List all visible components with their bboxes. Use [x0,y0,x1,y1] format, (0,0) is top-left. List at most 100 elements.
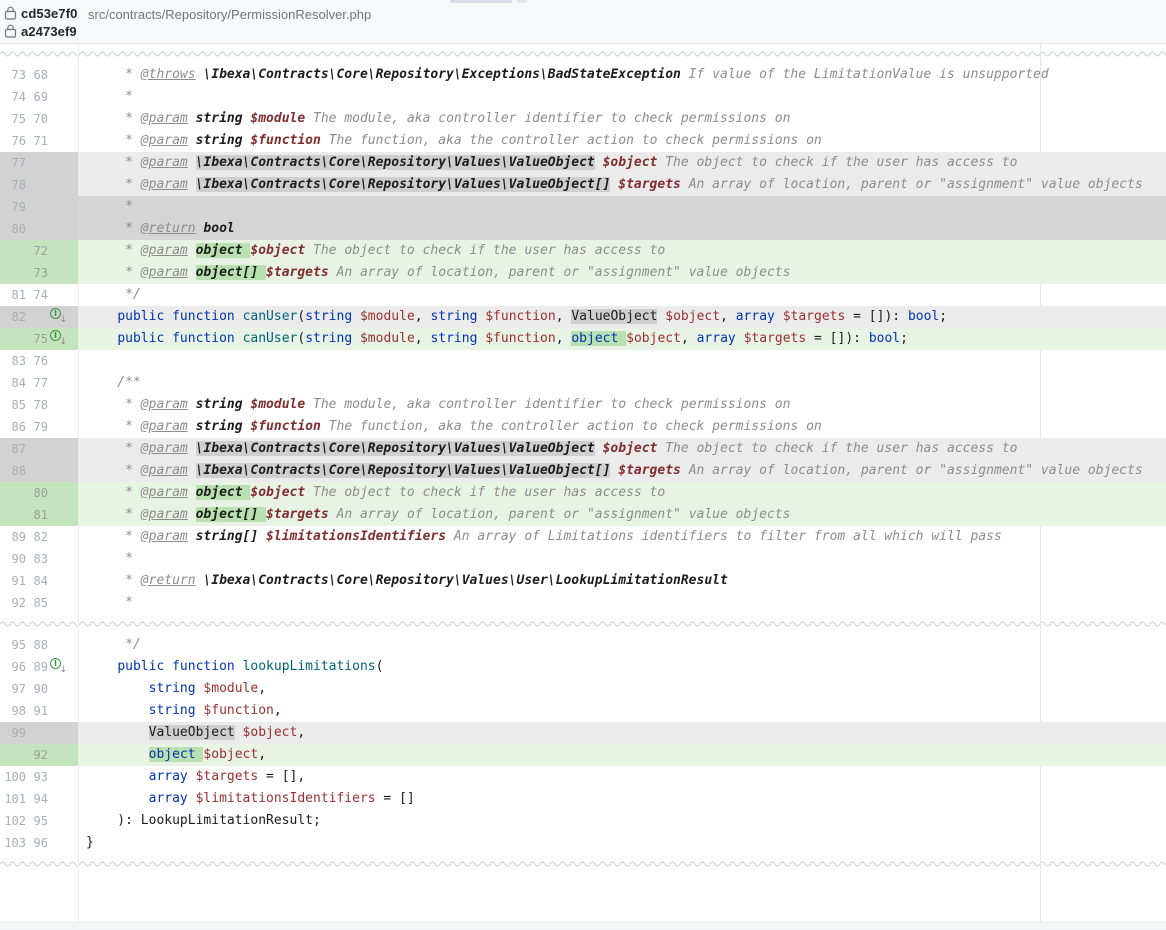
line-number-old: 91 [2,570,26,592]
code-line[interactable]: * @param object $object The object to ch… [78,482,1166,504]
line-number-old: 83 [2,350,26,372]
line-number-new: 80 [30,482,48,504]
gutter-cell: 75I↓ [0,328,78,350]
gutter-cell: 7570 [0,108,78,130]
code-line[interactable]: */ [78,284,1166,306]
code-line[interactable]: * [78,86,1166,108]
gutter-cell: 80 [0,482,78,504]
line-number-new: 74 [30,284,48,306]
diff-code-row: 8679 * @param string $function The funct… [0,416,1166,438]
code-line[interactable]: public function lookupLimitations( [78,656,1166,678]
gutter-cell: 79 [0,196,78,218]
implemented-method-icon[interactable]: I↓ [50,307,65,322]
code-line[interactable]: */ [78,634,1166,656]
implemented-method-icon[interactable]: I↓ [50,657,65,672]
gutter-cell: 8376 [0,350,78,372]
line-number-new: 92 [30,744,48,766]
gutter-cell: 82I↓ [0,306,78,328]
empty-area [0,874,1166,922]
code-line[interactable]: * @return bool [78,218,1166,240]
gutter-cell: 7368 [0,64,78,86]
lock-icon [4,24,17,38]
code-line[interactable]: ValueObject $object, [78,722,1166,744]
line-number-old: 97 [2,678,26,700]
line-number-old: 99 [2,722,26,744]
line-number-old: 87 [2,438,26,460]
line-number-new: 77 [30,372,48,394]
code-line[interactable]: * @param \Ibexa\Contracts\Core\Repositor… [78,152,1166,174]
code-line[interactable]: * @param string $function The function, … [78,416,1166,438]
line-number-new: 94 [30,788,48,810]
code-line[interactable]: * @param object[] $targets An array of l… [78,504,1166,526]
line-number-new: 91 [30,700,48,722]
code-line[interactable]: ): LookupLimitationResult; [78,810,1166,832]
top-edge-remnant [450,0,512,3]
code-line[interactable]: * [78,196,1166,218]
line-number-new: 71 [30,130,48,152]
code-line[interactable]: /** [78,372,1166,394]
code-line[interactable]: string $function, [78,700,1166,722]
code-line[interactable]: } [78,832,1166,854]
collapsed-region-separator[interactable] [0,614,1166,634]
code-line[interactable]: * @param \Ibexa\Contracts\Core\Repositor… [78,460,1166,482]
code-line[interactable]: * @param string $module The module, aka … [78,108,1166,130]
collapsed-region-separator[interactable] [0,44,1166,64]
diff-code-row: 10194 array $limitationsIdentifiers = [] [0,788,1166,810]
diff-code-row: 80 * @return bool [0,218,1166,240]
gutter-cell: 9790 [0,678,78,700]
line-number-old: 95 [2,634,26,656]
line-number-old: 78 [2,174,26,196]
line-number-new: 76 [30,350,48,372]
line-number-old: 90 [2,548,26,570]
code-line[interactable]: object $object, [78,744,1166,766]
line-number-new: 79 [30,416,48,438]
implemented-method-icon[interactable]: I↓ [50,329,65,344]
diff-code-row: 77 * @param \Ibexa\Contracts\Core\Reposi… [0,152,1166,174]
code-line[interactable]: * @return \Ibexa\Contracts\Core\Reposito… [78,570,1166,592]
diff-rows: 7368 * @throws \Ibexa\Contracts\Core\Rep… [0,44,1166,922]
code-line[interactable]: * @param \Ibexa\Contracts\Core\Repositor… [78,174,1166,196]
bottom-scrollbar-track[interactable] [0,922,1166,930]
diff-code-row: 88 * @param \Ibexa\Contracts\Core\Reposi… [0,460,1166,482]
diff-panel: 7368 * @throws \Ibexa\Contracts\Core\Rep… [0,44,1166,930]
code-line[interactable]: public function canUser(string $module, … [78,328,1166,350]
code-line[interactable]: * [78,548,1166,570]
code-line[interactable]: string $module, [78,678,1166,700]
diff-code-row: 10295 ): LookupLimitationResult; [0,810,1166,832]
line-number-old: 76 [2,130,26,152]
code-line[interactable]: * @param object $object The object to ch… [78,240,1166,262]
line-number-new: 68 [30,64,48,86]
code-line[interactable]: * @param object[] $targets An array of l… [78,262,1166,284]
collapsed-region-separator[interactable] [0,854,1166,874]
line-number-old: 77 [2,152,26,174]
diff-code-row: 79 * [0,196,1166,218]
code-line[interactable]: * @param \Ibexa\Contracts\Core\Repositor… [78,438,1166,460]
gutter-cell: 73 [0,262,78,284]
gutter-cell: 10093 [0,766,78,788]
code-line[interactable]: * @param string $module The module, aka … [78,394,1166,416]
code-line[interactable]: * @param string[] $limitationsIdentifier… [78,526,1166,548]
gutter-cell: 78 [0,174,78,196]
diff-code-row: 8578 * @param string $module The module,… [0,394,1166,416]
line-number-new: 75 [30,328,48,350]
diff-code-row: 7469 * [0,86,1166,108]
code-line[interactable]: array $limitationsIdentifiers = [] [78,788,1166,810]
code-line[interactable]: array $targets = [], [78,766,1166,788]
diff-code-row: 10093 array $targets = [], [0,766,1166,788]
code-line[interactable]: * @param string $function The function, … [78,130,1166,152]
file-path: src/contracts/Repository/PermissionResol… [88,7,371,22]
gutter-cell: 99 [0,722,78,744]
code-line[interactable]: * @throws \Ibexa\Contracts\Core\Reposito… [78,64,1166,86]
gutter-cell: 80 [0,218,78,240]
diff-code-row: 8174 */ [0,284,1166,306]
gutter-cell: 9285 [0,592,78,614]
code-line[interactable]: public function canUser(string $module, … [78,306,1166,328]
code-line[interactable] [78,350,1166,372]
code-line[interactable]: * [78,592,1166,614]
gutter-cell: 77 [0,152,78,174]
line-number-new: 73 [30,262,48,284]
diff-header: cd53e7f0 src/contracts/Repository/Permis… [0,0,1166,44]
diff-code-row: 9184 * @return \Ibexa\Contracts\Core\Rep… [0,570,1166,592]
diff-code-row: 9083 * [0,548,1166,570]
commit-hash-old: cd53e7f0 [21,6,77,21]
